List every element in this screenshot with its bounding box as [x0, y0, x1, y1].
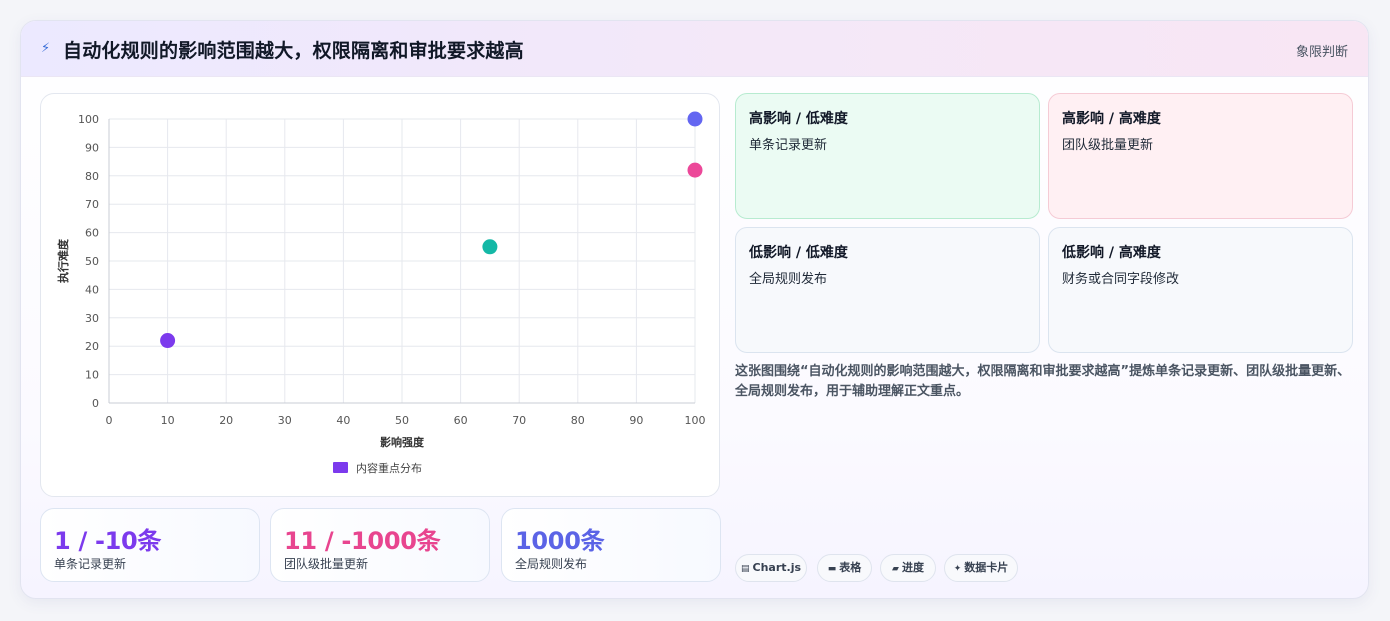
- legend-swatch: [333, 462, 348, 473]
- quadrant-text: 全局规则发布: [749, 272, 828, 287]
- chart-icon: ▤: [740, 564, 750, 574]
- x-tick-label: 20: [219, 414, 233, 427]
- x-tick-label: 0: [106, 414, 113, 427]
- y-tick-label: 70: [85, 198, 99, 211]
- y-tick-label: 60: [85, 227, 99, 240]
- y-tick-label: 90: [85, 141, 99, 154]
- stat-label: 单条记录更新: [54, 557, 127, 571]
- quadrant-high-impact-high-difficulty: 高影响 / 高难度 团队级批量更新: [1048, 93, 1353, 219]
- quadrant-text: 财务或合同字段修改: [1062, 272, 1180, 287]
- card-header: ⚡ 自动化规则的影响范围越大，权限隔离和审批要求越高 象限判断: [21, 21, 1368, 77]
- x-axis-title: 影响强度: [380, 435, 425, 449]
- quadrant-low-impact-low-difficulty: 低影响 / 低难度 全局规则发布: [735, 227, 1040, 353]
- y-tick-label: 0: [92, 397, 99, 410]
- x-tick-label: 80: [571, 414, 585, 427]
- y-tick-label: 30: [85, 312, 99, 325]
- y-tick-label: 40: [85, 283, 99, 296]
- stat-card-team: 11 / -1000条 团队级批量更新: [270, 508, 490, 582]
- quadrant-high-impact-low-difficulty: 高影响 / 低难度 单条记录更新: [735, 93, 1040, 219]
- y-tick-label: 10: [85, 369, 99, 382]
- chip-label: 数据卡片: [964, 561, 1009, 574]
- scatter-chart-panel: 0 10 20 30 40 50 60 70 80 90 100 0 10 20 30 40 50 60 70 80 9…: [40, 93, 720, 497]
- main-card: ⚡ 自动化规则的影响范围越大，权限隔离和审批要求越高 象限判断 0 10 20 30 4…: [20, 20, 1369, 599]
- chip-chartjs[interactable]: ▤ Chart.js: [735, 554, 807, 582]
- quadrant-title: 高影响 / 高难度: [1062, 111, 1161, 127]
- x-tick-label: 40: [336, 414, 350, 427]
- x-tick-label: 60: [454, 414, 468, 427]
- scatter-point: [687, 162, 703, 178]
- scatter-chart: 0 10 20 30 40 50 60 70 80 90 100 0 10 20 30 40 50 60 70 80 9…: [56, 111, 706, 475]
- chip-table[interactable]: ▬ 表格: [817, 554, 872, 582]
- y-axis-title: 执行难度: [56, 238, 70, 283]
- chip-progress[interactable]: ▰ 进度: [880, 554, 936, 582]
- stat-value: 1 / -10条: [54, 527, 162, 555]
- x-tick-label: 70: [512, 414, 526, 427]
- scatter-point: [687, 111, 703, 127]
- quadrant-low-impact-high-difficulty: 低影响 / 高难度 财务或合同字段修改: [1048, 227, 1353, 353]
- progress-icon: ▰: [892, 564, 899, 574]
- x-tick-label: 100: [685, 414, 706, 427]
- header-tag: 象限判断: [1295, 45, 1348, 60]
- quadrant-title: 低影响 / 高难度: [1062, 245, 1161, 261]
- y-tick-label: 50: [85, 255, 99, 268]
- chart-description: 这张图围绕“自动化规则的影响范围越大，权限隔离和审批要求越高”提炼单条记录更新、…: [735, 364, 1351, 399]
- quadrant-title: 高影响 / 低难度: [749, 111, 848, 127]
- quadrant-text: 单条记录更新: [749, 138, 828, 153]
- x-tick-label: 10: [161, 414, 175, 427]
- stat-card-single: 1 / -10条 单条记录更新: [40, 508, 260, 582]
- stat-label: 团队级批量更新: [284, 557, 369, 571]
- stat-value: 1000条: [515, 527, 605, 555]
- bolt-icon: ⚡: [41, 41, 51, 56]
- sparkle-icon: ✦: [953, 564, 962, 574]
- x-tick-label: 50: [395, 414, 409, 427]
- x-tick-label: 30: [278, 414, 292, 427]
- chip-label: 表格: [839, 561, 862, 574]
- chip-data-card[interactable]: ✦ 数据卡片: [944, 554, 1018, 582]
- scatter-point: [160, 333, 176, 349]
- stat-value: 11 / -1000条: [284, 527, 441, 555]
- card-title: 自动化规则的影响范围越大，权限隔离和审批要求越高: [63, 40, 524, 62]
- stat-card-global: 1000条 全局规则发布: [501, 508, 721, 582]
- chip-label: Chart.js: [752, 561, 802, 574]
- table-icon: ▬: [827, 564, 837, 574]
- quadrant-title: 低影响 / 低难度: [749, 245, 848, 261]
- y-tick-label: 20: [85, 340, 99, 353]
- stat-label: 全局规则发布: [515, 557, 588, 571]
- y-tick-label: 80: [85, 170, 99, 183]
- quadrant-text: 团队级批量更新: [1062, 138, 1154, 153]
- legend-label: 内容重点分布: [356, 461, 422, 475]
- chip-label: 进度: [901, 561, 924, 574]
- y-tick-label: 100: [78, 113, 99, 126]
- x-tick-label: 90: [629, 414, 643, 427]
- scatter-point: [482, 239, 498, 255]
